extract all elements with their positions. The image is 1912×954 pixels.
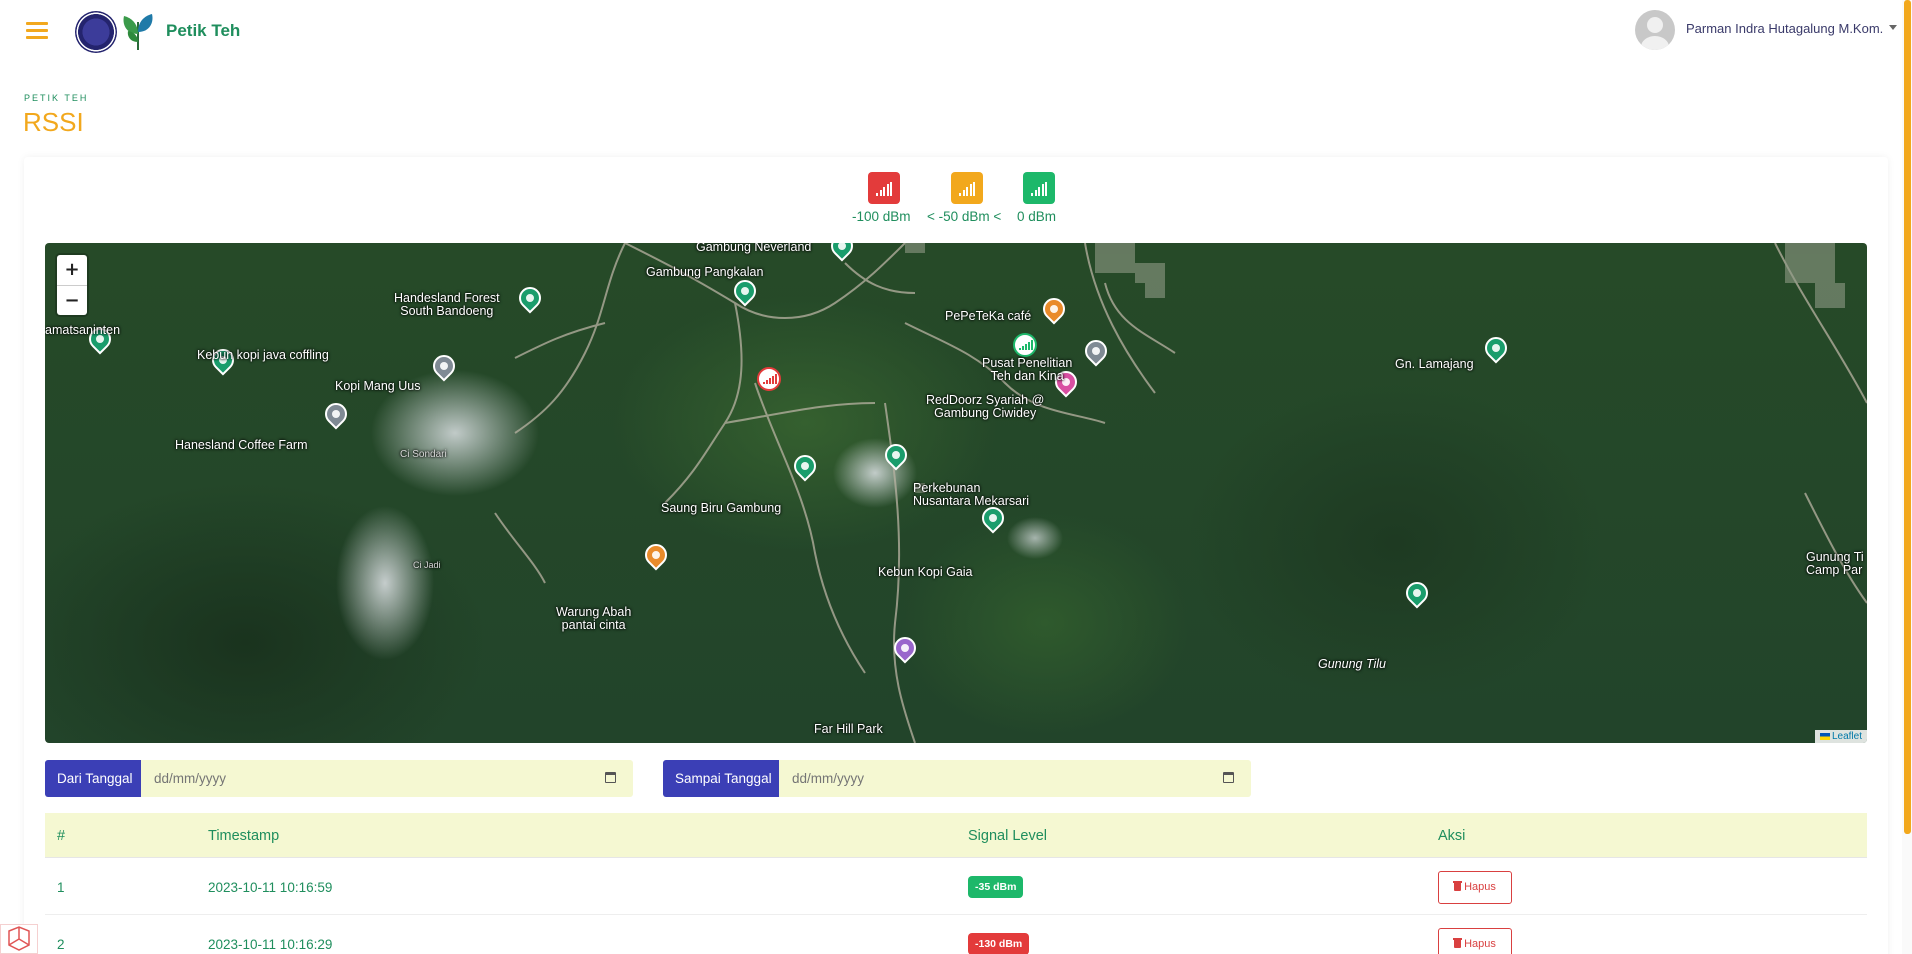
user-avatar[interactable] (1635, 10, 1675, 50)
row-number: 2 (57, 937, 65, 952)
delete-button[interactable]: Hapus (1438, 871, 1512, 904)
date-from-input[interactable] (141, 760, 633, 797)
map-label: Perkebunan Nusantara Mekarsari (913, 481, 1030, 508)
map-label: Gunung Tilu (1318, 657, 1386, 671)
menu-toggle-icon[interactable] (26, 22, 48, 39)
date-to-label: Sampai Tanggal (663, 760, 784, 797)
signal-level-badge: -35 dBm (968, 876, 1024, 898)
breadcrumb: PETIK TEH (24, 93, 89, 103)
framework-logo-icon[interactable] (0, 924, 38, 954)
page-scrollbar[interactable] (1902, 0, 1912, 954)
page-title: RSSI (23, 107, 84, 137)
zoom-controls: + − (57, 255, 87, 315)
university-seal-logo (75, 11, 117, 53)
legend-label-medium: < -50 dBm < (927, 209, 1002, 224)
calendar-icon[interactable] (1223, 772, 1234, 783)
map-label: Gn. Lamajang (1395, 357, 1474, 371)
column-header-aksi[interactable]: Aksi (1438, 828, 1465, 844)
date-to-group: Sampai Tanggal (663, 760, 1251, 797)
ukraine-flag-icon (1819, 733, 1830, 740)
column-header-signal-level[interactable]: Signal Level (968, 828, 1047, 844)
user-name[interactable]: Parman Indra Hutagalung M.Kom. (1686, 21, 1883, 36)
zoom-out-button[interactable]: − (57, 285, 87, 315)
date-from-group: Dari Tanggal (45, 760, 633, 797)
column-header-number[interactable]: # (57, 828, 65, 844)
satellite-map[interactable]: + − Gambung Neverland Gambung Pangkalan … (45, 243, 1867, 743)
signal-level-badge: -130 dBm (968, 933, 1030, 954)
map-label: Kopi Mang Uus (335, 379, 421, 393)
map-label: Kebun Kopi Gaia (878, 565, 973, 579)
map-label: PePeTeKa café (945, 309, 1032, 323)
row-number: 1 (57, 880, 65, 895)
legend-medium-signal-icon (951, 172, 983, 204)
map-label: Ci Sondari (400, 449, 447, 460)
table-header: # Timestamp Signal Level Aksi (45, 813, 1867, 858)
map-label: Gambung Neverland (696, 243, 812, 254)
calendar-icon[interactable] (605, 772, 616, 783)
trash-icon (1453, 938, 1463, 948)
user-menu-caret-icon[interactable] (1889, 25, 1897, 30)
map-label: Hanesland Coffee Farm (175, 438, 308, 452)
app-name[interactable]: Petik Teh (166, 21, 240, 41)
legend-label-weak: -100 dBm (852, 209, 911, 224)
map-label: amatsaninten (45, 323, 121, 337)
top-navbar: Petik Teh Parman Indra Hutagalung M.Kom. (0, 0, 1912, 62)
map-label: Handesland Forest South Bandoeng (394, 291, 500, 318)
signal-marker-strong-icon[interactable] (1013, 333, 1037, 357)
map-label: Kebun kopi java coffling (197, 348, 329, 362)
date-from-label: Dari Tanggal (45, 760, 145, 797)
table-row: 2 2023-10-11 10:16:29 -130 dBm Hapus (45, 915, 1867, 954)
legend-label-strong: 0 dBm (1017, 209, 1057, 224)
map-label: Warung Abah pantai cinta (556, 605, 632, 632)
table-row: 1 2023-10-11 10:16:59 -35 dBm Hapus (45, 858, 1867, 915)
delete-button[interactable]: Hapus (1438, 928, 1512, 954)
tea-leaf-logo (123, 14, 153, 50)
trash-icon (1453, 881, 1463, 891)
map-label: Saung Biru Gambung (661, 501, 782, 515)
map-label: Far Hill Park (814, 722, 883, 736)
row-timestamp: 2023-10-11 10:16:59 (208, 880, 333, 895)
map-attribution[interactable]: Leaflet (1814, 730, 1867, 743)
row-timestamp: 2023-10-11 10:16:29 (208, 937, 333, 952)
scrollbar-thumb[interactable] (1904, 0, 1911, 834)
map-label: Pusat Penelitian Teh dan Kina (982, 356, 1073, 383)
map-label: Gunung Ti Camp Par (1806, 550, 1864, 577)
signal-marker-weak-icon[interactable] (757, 367, 781, 391)
map-label: Gambung Pangkalan (646, 265, 764, 279)
map-label: RedDoorz Syariah @ Gambung Ciwidey (926, 393, 1045, 420)
map-label: Ci Jadi (413, 560, 441, 570)
legend-weak-signal-icon (868, 172, 900, 204)
zoom-in-button[interactable]: + (57, 255, 87, 285)
legend-strong-signal-icon (1023, 172, 1055, 204)
column-header-timestamp[interactable]: Timestamp (208, 828, 279, 844)
date-to-input[interactable] (779, 760, 1251, 797)
